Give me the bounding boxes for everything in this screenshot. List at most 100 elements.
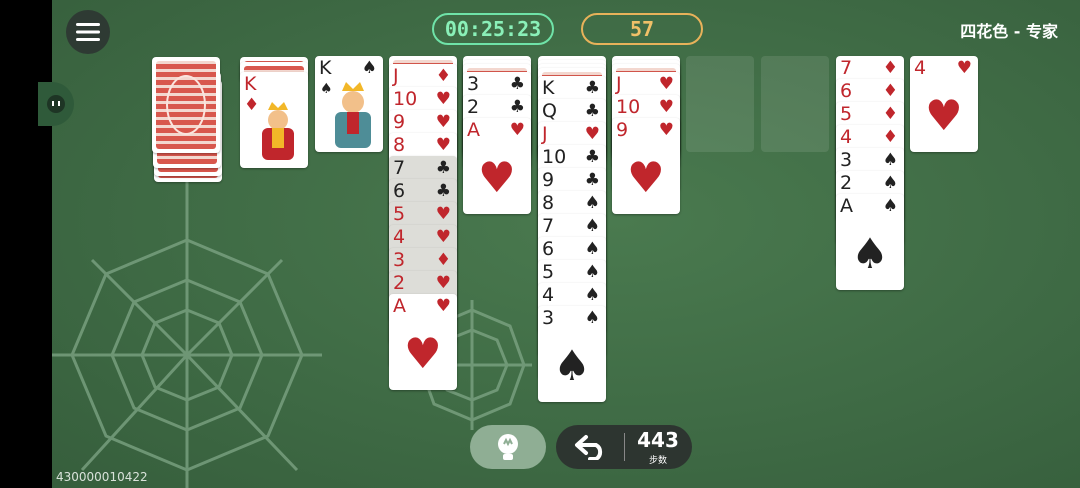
heart-icon: ♥ <box>658 97 674 117</box>
card-rank: 6 <box>840 80 853 102</box>
card-rank: 7 <box>542 215 555 237</box>
card-rank: 6 <box>542 238 555 260</box>
club-icon: ♣ <box>584 101 600 121</box>
moves-count: 443 <box>637 428 679 452</box>
heart-icon: ♥ <box>435 204 451 224</box>
stock-card-top[interactable] <box>152 57 220 153</box>
card-center-suit-icon: ♠ <box>553 341 591 390</box>
card-rank: J <box>393 65 399 87</box>
spade-icon: ♠ <box>584 239 600 259</box>
card-rank: A <box>840 195 853 217</box>
card-rank: K <box>542 77 555 99</box>
card-rank: A <box>467 119 480 141</box>
club-icon: ♣ <box>435 181 451 201</box>
tableau-card[interactable]: A ♥ ♥ <box>463 118 531 214</box>
lightbulb-icon <box>498 434 518 460</box>
card-rank: 9 <box>616 119 629 141</box>
heart-icon: ♥ <box>956 58 972 78</box>
card-rank: 8 <box>542 192 555 214</box>
club-icon: ♣ <box>584 78 600 98</box>
card-rank: 2 <box>840 172 853 194</box>
card-rank: 5 <box>393 203 406 225</box>
heart-icon: ♥ <box>435 89 451 109</box>
card-rank: 10 <box>542 146 567 168</box>
empty-column-slot[interactable] <box>686 56 754 152</box>
empty-column-slot[interactable] <box>761 56 829 152</box>
diamond-icon: ♦ <box>882 58 898 78</box>
score-display: 57 <box>581 13 703 45</box>
heart-icon: ♥ <box>584 124 600 144</box>
card-center-suit-icon: ♠ <box>851 229 889 278</box>
club-icon: ♣ <box>584 170 600 190</box>
tableau-card[interactable]: A ♥ ♥ <box>389 294 457 390</box>
heart-icon: ♥ <box>658 120 674 140</box>
elapsed-timer: 00:25:23 <box>432 13 554 45</box>
card-rank: 5 <box>840 103 853 125</box>
undo-arrow-icon <box>575 435 603 460</box>
heart-icon: ♥ <box>435 227 451 247</box>
card-rank: 9 <box>393 111 406 133</box>
card-rank: 3 <box>542 307 555 329</box>
hint-button[interactable] <box>470 425 546 469</box>
spade-icon: ♠ <box>584 285 600 305</box>
tableau-card[interactable]: 3 ♠ ♠ <box>538 306 606 402</box>
moves-label: 步数 <box>648 456 667 466</box>
diamond-icon: ♦ <box>882 127 898 147</box>
club-icon: ♣ <box>435 158 451 178</box>
diamond-icon: ♦ <box>244 95 260 115</box>
card-rank: 8 <box>393 134 406 156</box>
card-rank: 2 <box>467 96 480 118</box>
card-rank: A <box>393 295 406 317</box>
card-rank: K <box>319 57 332 79</box>
card-rank: 6 <box>393 180 406 202</box>
diamond-icon: ♦ <box>882 104 898 124</box>
card-rank: 10 <box>616 96 641 118</box>
divider <box>624 433 625 461</box>
king-card: K ♠ ♠ <box>315 56 383 152</box>
spade-icon: ♠ <box>584 308 600 328</box>
diamond-icon: ♦ <box>435 250 451 270</box>
card-rank: 10 <box>393 88 418 110</box>
card-center-suit-icon: ♥ <box>627 153 665 202</box>
club-icon: ♣ <box>509 74 525 94</box>
card-rank: 3 <box>467 73 480 95</box>
card-rank: 4 <box>542 284 555 306</box>
spade-icon: ♠ <box>882 150 898 170</box>
card-rank: 4 <box>914 57 927 79</box>
diamond-icon: ♦ <box>435 66 451 86</box>
heart-icon: ♥ <box>658 74 674 94</box>
card-rank: 5 <box>542 261 555 283</box>
card-rank: 7 <box>393 157 406 179</box>
card-rank: J <box>616 73 622 95</box>
card-rank: Q <box>542 100 557 122</box>
card-rank: 4 <box>393 226 406 248</box>
card-rank: J <box>542 123 548 145</box>
spade-icon: ♠ <box>361 58 377 78</box>
card-rank: 3 <box>393 249 406 271</box>
spade-icon: ♠ <box>882 173 898 193</box>
game-id: 430000010422 <box>56 470 148 484</box>
left-system-bar <box>0 0 52 488</box>
tableau-card[interactable]: 9 ♥ ♥ <box>612 118 680 214</box>
heart-icon: ♥ <box>435 135 451 155</box>
game-mode-label: 四花色 - 专家 <box>960 22 1058 41</box>
spade-icon: ♠ <box>584 216 600 236</box>
king-figure-icon <box>335 82 371 148</box>
club-icon: ♣ <box>584 147 600 167</box>
card-rank: 3 <box>840 149 853 171</box>
heart-icon: ♥ <box>435 112 451 132</box>
card-center-suit-icon: ♥ <box>925 91 963 140</box>
card-rank: K <box>244 73 257 95</box>
club-icon: ♣ <box>509 97 525 117</box>
tableau-card[interactable]: A ♠ ♠ <box>836 194 904 290</box>
card-center-suit-icon: ♥ <box>478 153 516 202</box>
card-center-suit-icon: ♥ <box>404 329 442 378</box>
spade-icon: ♠ <box>584 262 600 282</box>
menu-button[interactable] <box>66 10 110 54</box>
king-figure-icon <box>262 102 294 160</box>
tableau-card[interactable]: 4 ♥ ♥ <box>910 56 978 152</box>
card-rank: 2 <box>393 272 406 294</box>
undo-button[interactable]: 443 步数 <box>556 425 692 469</box>
card-rank: 7 <box>840 57 853 79</box>
spade-icon: ♠ <box>584 193 600 213</box>
